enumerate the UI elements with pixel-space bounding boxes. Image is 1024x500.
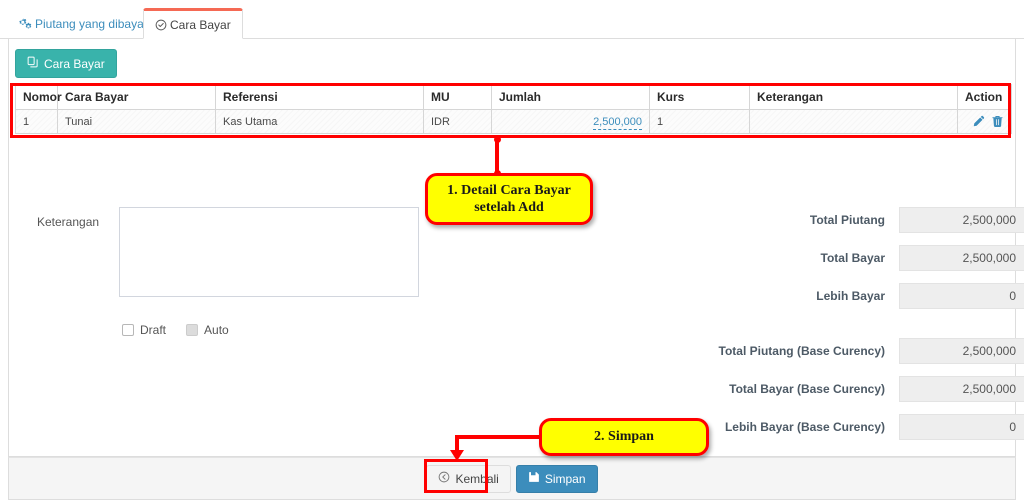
total-row-bayar: Total Bayar 2,500,000 [439,245,1024,271]
keterangan-input[interactable] [119,207,419,297]
checkbox-box-draft[interactable] [122,324,134,336]
add-cara-bayar-label: Cara Bayar [44,56,105,71]
annotation-callout-1-text: 1. Detail Cara Bayar setelah Add [447,182,571,216]
total-label: Lebih Bayar [816,289,885,303]
keterangan-label: Keterangan [37,215,100,229]
table-row: 1 Tunai Kas Utama IDR 2,500,000 1 [15,109,1012,134]
add-cara-bayar-button[interactable]: Cara Bayar [15,49,117,78]
annotation-callout-2-text: 2. Simpan [594,429,654,445]
annotation-callout-2: 2. Simpan [539,418,709,456]
table-header-row: Nomor Cara Bayar Referensi MU Jumlah Kur… [15,84,1012,110]
annotation-2-arrowhead [450,450,464,461]
tab-piutang-yang-dibayar[interactable]: Piutang yang dibayar [8,8,159,39]
jumlah-editable-value[interactable]: 2,500,000 [593,115,642,130]
edit-icon[interactable] [969,115,988,127]
gears-icon [19,17,32,30]
total-value-bayar-base: 2,500,000 [899,376,1024,402]
delete-icon[interactable] [988,115,1004,127]
cell-keterangan [749,109,958,134]
cell-jumlah: 2,500,000 [491,109,650,134]
cell-action [957,109,1012,134]
checkbox-label-auto: Auto [204,323,229,337]
back-circle-icon [438,471,450,486]
total-value-piutang: 2,500,000 [899,207,1024,233]
col-mu: MU [423,84,492,110]
tab-bar: Piutang yang dibayar Cara Bayar [0,0,1024,39]
cell-kurs: 1 [649,109,750,134]
checkbox-box-auto [186,324,199,336]
col-action: Action [957,84,1012,110]
col-kurs: Kurs [649,84,750,110]
cara-bayar-table: Nomor Cara Bayar Referensi MU Jumlah Kur… [15,84,1012,134]
copy-icon [27,56,39,71]
total-label: Lebih Bayar (Base Curency) [724,420,885,434]
cell-nomor: 1 [15,109,58,134]
total-label: Total Bayar (Base Curency) [729,382,885,396]
annotation-1-dot-top [494,136,501,143]
tab-label: Piutang yang dibayar [35,16,148,31]
total-label: Total Piutang (Base Curency) [718,344,885,358]
col-cara-bayar: Cara Bayar [57,84,216,110]
cara-bayar-table-wrap: Nomor Cara Bayar Referensi MU Jumlah Kur… [15,84,1012,134]
footer-bar: Kembali Simpan [8,457,1016,500]
save-icon [528,471,540,486]
annotation-callout-1: 1. Detail Cara Bayar setelah Add [425,173,593,225]
checkbox-auto: Auto [186,323,229,337]
total-value-piutang-base: 2,500,000 [899,338,1024,364]
total-row-lebih-bayar: Lebih Bayar 0 [439,283,1024,309]
col-jumlah: Jumlah [491,84,650,110]
tab-cara-bayar[interactable]: Cara Bayar [143,8,243,39]
cell-referensi: Kas Utama [215,109,424,134]
total-label: Total Piutang [809,213,885,227]
total-value-lebih-bayar-base: 0 [899,414,1024,440]
check-circle-icon [155,19,167,31]
cell-mu: IDR [423,109,492,134]
checkbox-group: Draft Auto [122,323,229,337]
col-referensi: Referensi [215,84,424,110]
tab-label: Cara Bayar [170,17,231,32]
totals-divider [439,321,1024,338]
kembali-button[interactable]: Kembali [426,464,511,493]
app-page: Piutang yang dibayar Cara Bayar Cara Bay… [0,0,1024,500]
col-keterangan: Keterangan [749,84,958,110]
total-value-lebih-bayar: 0 [899,283,1024,309]
totals-panel: Total Piutang 2,500,000 Total Bayar 2,50… [439,207,1024,452]
total-row-piutang-base: Total Piutang (Base Curency) 2,500,000 [439,338,1024,364]
total-label: Total Bayar [820,251,885,265]
content-panel: Cara Bayar Nomor Cara Bayar Referensi MU… [8,39,1024,457]
kembali-label: Kembali [455,471,499,486]
checkbox-label-draft: Draft [140,323,167,337]
simpan-button[interactable]: Simpan [515,464,598,493]
checkbox-draft[interactable]: Draft [122,323,166,337]
annotation-2-connector-horizontal [455,435,543,439]
total-row-bayar-base: Total Bayar (Base Curency) 2,500,000 [439,376,1024,402]
col-nomor: Nomor [15,84,62,110]
cell-cara-bayar: Tunai [57,109,216,134]
simpan-label: Simpan [544,471,586,486]
total-value-bayar: 2,500,000 [899,245,1024,271]
